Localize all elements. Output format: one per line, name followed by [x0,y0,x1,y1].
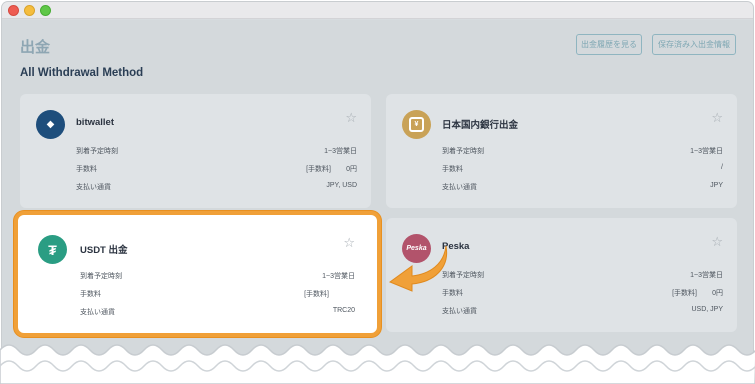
currency-row: 支払い通貨 USD, JPY [442,306,723,318]
currency-label: 支払い通貨 [442,184,477,191]
fee-value: / [721,164,723,171]
favorite-star-icon[interactable]: ☆ [343,235,355,251]
fee-row: 手数料 [手数料] 0円 [442,288,723,300]
favorite-star-icon[interactable]: ☆ [711,234,723,250]
bitwallet-logo-icon: ◆ [36,110,65,139]
favorite-star-icon[interactable]: ☆ [711,110,723,126]
method-card-bitwallet[interactable]: ◆ bitwallet ☆ 到着予定時刻 1~3営業日 手数料 [手数料] 0円… [20,94,371,208]
arrival-value: 1~3営業日 [690,148,723,155]
method-name: 日本国内銀行出金 [442,120,519,131]
minimize-window-button[interactable] [24,5,35,16]
fee-row: 手数料 [手数料] 0円 [76,164,357,176]
arrival-row: 到着予定時刻 1~3営業日 [80,271,355,283]
withdrawal-history-button[interactable]: 出金履歴を見る [576,34,642,55]
fee-row: 手数料 [手数料] [80,289,355,301]
arrival-value: 1~3営業日 [690,272,723,279]
bank-logo-icon: ¥ [402,110,431,139]
currency-row: 支払い通貨 JPY, USD [76,182,357,194]
currency-value: TRC20 [332,307,355,314]
currency-row: 支払い通貨 TRC20 [80,307,355,319]
currency-label: 支払い通貨 [80,309,115,316]
method-card-bank[interactable]: ¥ 日本国内銀行出金 ☆ 到着予定時刻 1~3営業日 手数料 / 支払い通貨 J… [386,94,737,208]
arrival-row: 到着予定時刻 1~3営業日 [442,146,723,158]
arrival-row: 到着予定時刻 1~3営業日 [442,270,723,282]
pointer-arrow-icon [388,245,448,292]
currency-value: USD, JPY [691,306,723,313]
browser-window: 出金 出金履歴を見る 保存済み入出金情報 All Withdrawal Meth… [2,2,753,382]
fee-tag: [手数料] [306,166,331,173]
currency-label: 支払い通貨 [76,184,111,191]
fee-label: 手数料 [442,166,463,173]
fee-tag: [手数料] [672,290,697,297]
arrival-label: 到着予定時刻 [80,273,122,280]
currency-value: JPY [710,182,723,189]
close-window-button[interactable] [8,5,19,16]
favorite-star-icon[interactable]: ☆ [345,110,357,126]
method-name: USDT 出金 [80,245,128,256]
fee-label: 手数料 [80,291,101,298]
section-title: All Withdrawal Method [20,67,144,79]
currency-label: 支払い通貨 [442,308,477,315]
currency-value: JPY, USD [326,182,357,189]
arrival-row: 到着予定時刻 1~3営業日 [76,146,357,158]
currency-row: 支払い通貨 JPY [442,182,723,194]
fee-label: 手数料 [76,166,97,173]
saved-payment-info-button[interactable]: 保存済み入出金情報 [652,34,736,55]
torn-edge-decoration [0,344,755,384]
maximize-window-button[interactable] [40,5,51,16]
arrival-label: 到着予定時刻 [76,148,118,155]
arrival-value: 1~3営業日 [322,273,355,280]
fee-row: 手数料 / [442,164,723,176]
page-title: 出金 [20,39,51,56]
fee-value: 0円 [346,166,357,173]
method-card-usdt-highlighted[interactable]: ₮ USDT 出金 ☆ 到着予定時刻 1~3営業日 手数料 [手数料] 支払い通… [14,211,381,337]
arrival-value: 1~3営業日 [324,148,357,155]
window-titlebar [2,2,753,19]
arrival-label: 到着予定時刻 [442,148,484,155]
tether-logo-icon: ₮ [38,235,67,264]
fee-tag: [手数料] [304,291,329,298]
method-name: bitwallet [76,117,115,128]
fee-value: 0円 [712,290,723,297]
